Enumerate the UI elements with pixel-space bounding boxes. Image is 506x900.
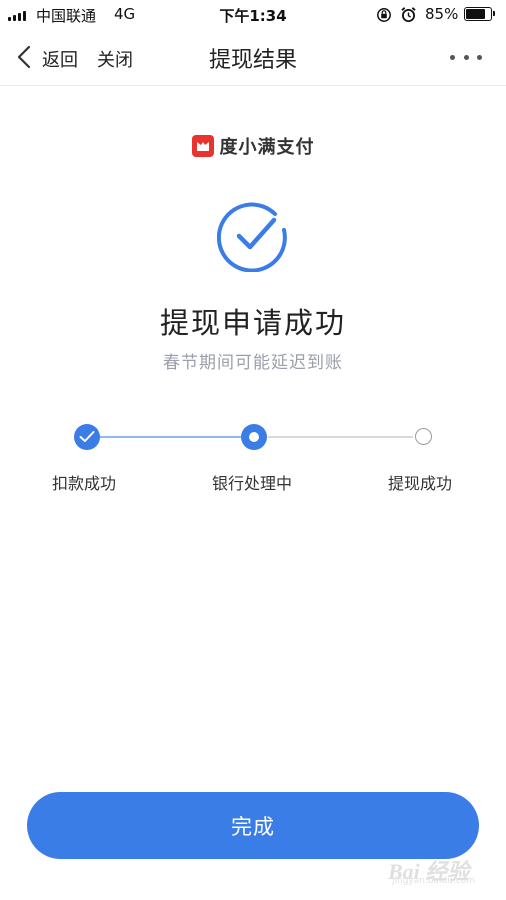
status-bar: 中国联通 4G 下午1:34 85% [0, 0, 506, 30]
baidu-jingyan-watermark: Bai 经验 jingyan.baidu.com [388, 840, 500, 892]
step-connector-pending [268, 436, 413, 438]
step-pending-dot [415, 428, 432, 445]
more-icon[interactable] [446, 43, 486, 71]
rotation-lock-icon [377, 8, 391, 22]
result-title: 提现申请成功 [159, 306, 346, 340]
battery-percent: 85% [425, 5, 459, 23]
alarm-icon [401, 7, 416, 22]
step-connector-done [100, 436, 241, 438]
brand-header: 度小满支付 [0, 133, 506, 159]
result-subtitle: 春节期间可能延迟到账 [163, 353, 343, 373]
step-current-dot [241, 424, 267, 450]
progress-steps: 扣款成功 银行处理中 提现成功 [0, 420, 506, 500]
page-title: 提现结果 [208, 48, 297, 73]
brand-logo-icon [191, 135, 214, 157]
step-done-dot [74, 424, 100, 450]
check-circle-icon [217, 202, 287, 272]
step-label: 扣款成功 [52, 474, 117, 493]
brand-name: 度小满支付 [219, 137, 315, 158]
withdraw-result-screen: 中国联通 4G 下午1:34 85% 返回 关闭 提现结果 度小满支付 提现申请… [0, 0, 506, 900]
step-label: 银行处理中 [212, 474, 293, 493]
navigation-bar: 返回 关闭 提现结果 [0, 30, 506, 86]
check-icon [79, 431, 95, 442]
step-label: 提现成功 [388, 474, 453, 493]
watermark-sub: jingyan.baidu.com [392, 876, 476, 886]
battery-icon [464, 7, 495, 21]
